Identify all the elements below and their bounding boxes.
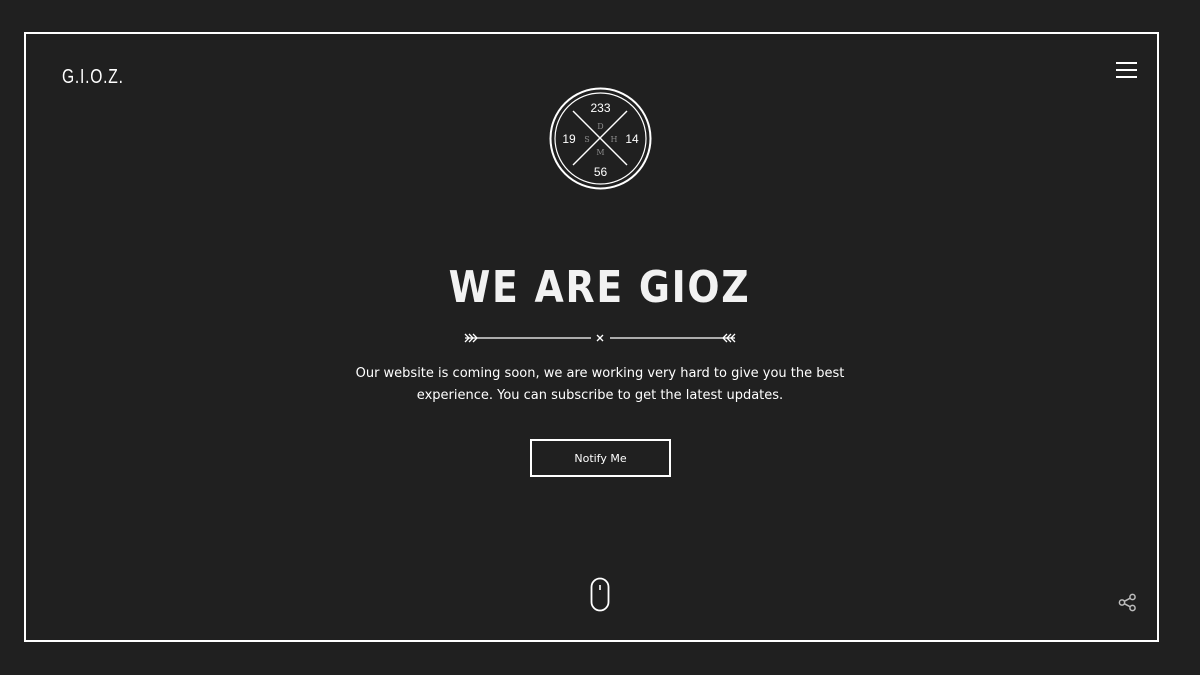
badge-days-letter: D xyxy=(597,122,603,131)
badge-seconds-value: 19 xyxy=(562,132,576,146)
badge-seconds-letter: S xyxy=(584,135,589,144)
menu-line xyxy=(1116,69,1137,71)
menu-line xyxy=(1116,76,1137,78)
notify-me-button[interactable]: Notify Me xyxy=(530,439,671,477)
hamburger-menu-icon[interactable] xyxy=(1116,62,1137,80)
badge-hours-value: 14 xyxy=(625,132,639,146)
share-icon[interactable] xyxy=(1118,593,1137,612)
hero-title-text: WE ARE GIOZ xyxy=(449,262,751,313)
badge-days-value: 233 xyxy=(590,101,610,115)
badge-minutes-letter: M xyxy=(596,148,604,157)
arrow-divider-icon xyxy=(464,333,736,343)
mouse-scroll-icon[interactable] xyxy=(590,577,610,612)
menu-line xyxy=(1116,62,1137,64)
countdown-badge: 233 19 14 56 D S H M xyxy=(549,87,652,190)
badge-hours-letter: H xyxy=(611,135,618,144)
hero-description: Our website is coming soon, we are worki… xyxy=(350,363,850,407)
badge-minutes-value: 56 xyxy=(594,165,608,179)
site-logo[interactable]: G.I.O.Z. xyxy=(62,66,124,89)
hero-title: WE ARE GIOZ xyxy=(0,262,1200,313)
hero-description-line: experience. You can subscribe to get the… xyxy=(416,388,784,403)
hero-description-line: Our website is coming soon, we are worki… xyxy=(355,366,845,381)
